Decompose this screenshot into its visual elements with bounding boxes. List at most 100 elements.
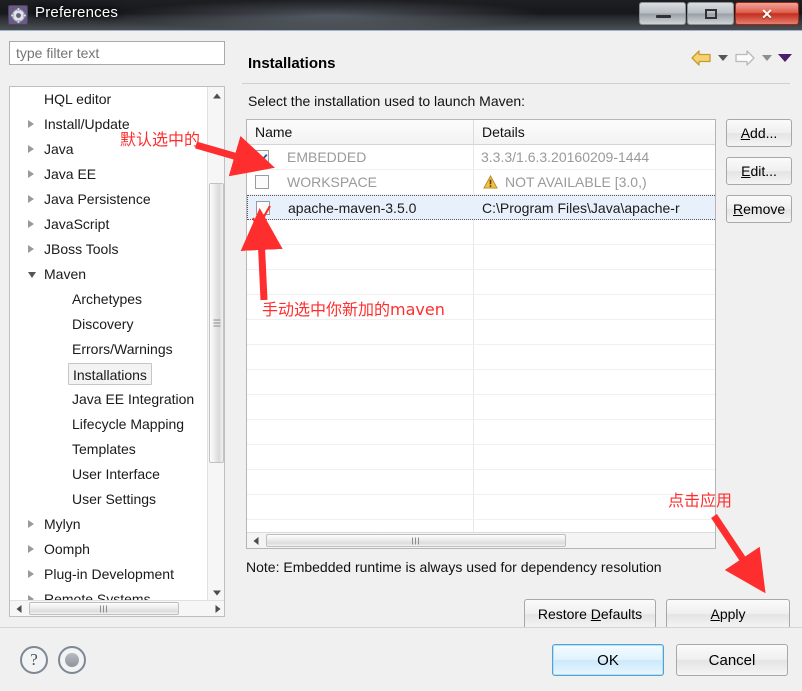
table-horizontal-scrollbar[interactable] (247, 532, 715, 548)
restore-defaults-button[interactable]: Restore Defaults (524, 599, 656, 629)
table-row[interactable]: apache-maven-3.5.0 C:\Program Files\Java\… (247, 195, 715, 220)
triangle-right-icon[interactable] (28, 120, 34, 128)
sidebar-item-hql-editor[interactable]: HQL editor (10, 87, 208, 112)
note-text: Note: Embedded runtime is always used fo… (246, 559, 662, 575)
triangle-right-icon[interactable] (28, 570, 34, 578)
sidebar-item-user-settings[interactable]: User Settings (10, 487, 208, 512)
sidebar-item-java-persistence[interactable]: Java Persistence (10, 187, 208, 212)
window-title: Preferences (35, 4, 119, 21)
table-row-empty (247, 270, 715, 295)
sidebar-item-java-ee-integration[interactable]: Java EE Integration (10, 387, 208, 412)
row-name: WORKSPACE (287, 174, 377, 190)
add-button[interactable]: Add... (726, 119, 792, 147)
dialog-body: HQL editor Install/Update Java Java EE Java … (0, 30, 802, 691)
forward-arrow-icon[interactable] (734, 49, 756, 67)
scroll-right-button[interactable] (209, 601, 224, 616)
table-row[interactable]: WORKSPACE NOT AVAILABLE [3.0,) (247, 170, 715, 195)
sidebar-item-archetypes[interactable]: Archetypes (10, 287, 208, 312)
column-header-name[interactable]: Name (247, 120, 473, 145)
sidebar-item-javascript[interactable]: JavaScript (10, 212, 208, 237)
table-body: EMBEDDED 3.3.3/1.6.3.20160209-1444 WORKSPA… (247, 145, 715, 533)
remove-button[interactable]: Remove (726, 195, 792, 223)
table-row-empty (247, 320, 715, 345)
tree-scrollbar-thumb[interactable] (209, 183, 224, 463)
cancel-button[interactable]: Cancel (676, 644, 788, 676)
sidebar-item-label: Java EE Integration (72, 391, 195, 407)
tree-hscrollbar-thumb[interactable] (29, 602, 179, 615)
triangle-right-icon[interactable] (28, 520, 34, 528)
triangle-right-icon[interactable] (28, 245, 34, 253)
sidebar-item-plug-in-development[interactable]: Plug-in Development (10, 562, 208, 587)
apply-button[interactable]: Apply (666, 599, 790, 629)
sidebar-item-remote-systems[interactable]: Remote Systems (10, 587, 208, 601)
table-row-empty (247, 470, 715, 495)
table-scroll-left-button[interactable] (247, 533, 264, 548)
tree-horizontal-scrollbar[interactable] (10, 600, 224, 616)
window-controls: ✕ (638, 2, 799, 26)
close-button[interactable]: ✕ (735, 2, 799, 25)
triangle-right-icon[interactable] (28, 170, 34, 178)
tree-items-container: HQL editor Install/Update Java Java EE Java … (10, 87, 208, 601)
view-menu-icon[interactable] (778, 54, 792, 62)
back-dropdown-icon[interactable] (718, 55, 728, 61)
row-checkbox[interactable] (255, 175, 269, 189)
row-checkbox[interactable] (256, 201, 270, 215)
sidebar-item-label: Java Persistence (44, 191, 151, 207)
circle-dot-icon[interactable] (58, 646, 86, 674)
ok-button[interactable]: OK (552, 644, 664, 676)
sidebar-item-user-interface[interactable]: User Interface (10, 462, 208, 487)
page-navigation-icons (684, 49, 792, 67)
sidebar-item-jboss-tools[interactable]: JBoss Tools (10, 237, 208, 262)
sidebar-item-label: Install/Update (44, 116, 130, 132)
triangle-right-icon[interactable] (28, 145, 34, 153)
sidebar-item-templates[interactable]: Templates (10, 437, 208, 462)
minimize-button[interactable] (639, 2, 686, 25)
table-row-empty (247, 370, 715, 395)
sidebar-item-oomph[interactable]: Oomph (10, 537, 208, 562)
maximize-button[interactable] (687, 2, 734, 25)
column-header-details[interactable]: Details (473, 120, 715, 145)
triangle-down-icon[interactable] (28, 272, 36, 278)
back-arrow-icon[interactable] (690, 49, 712, 67)
triangle-right-icon[interactable] (28, 195, 34, 203)
triangle-down-icon (212, 590, 221, 595)
sidebar-item-java[interactable]: Java (10, 137, 208, 162)
table-row-empty (247, 420, 715, 445)
table-hscrollbar-thumb[interactable] (266, 534, 566, 547)
scroll-left-button[interactable] (10, 601, 27, 616)
sidebar-item-install-update[interactable]: Install/Update (10, 112, 208, 137)
preferences-sidebar: HQL editor Install/Update Java Java EE Java … (6, 39, 228, 617)
table-rows-container: EMBEDDED 3.3.3/1.6.3.20160209-1444 WORKSPA… (247, 145, 715, 520)
table-row[interactable]: EMBEDDED 3.3.3/1.6.3.20160209-1444 (247, 145, 715, 170)
sidebar-item-errors-warnings[interactable]: Errors/Warnings (10, 337, 208, 362)
edit-button[interactable]: Edit... (726, 157, 792, 185)
triangle-right-icon[interactable] (28, 220, 34, 228)
row-name: apache-maven-3.5.0 (288, 200, 417, 216)
scroll-down-button[interactable] (208, 584, 224, 601)
row-checkbox[interactable] (255, 150, 269, 164)
sidebar-item-label: Plug-in Development (44, 566, 174, 582)
table-row-empty (247, 345, 715, 370)
triangle-right-icon[interactable] (28, 545, 34, 553)
filter-input[interactable] (9, 41, 225, 65)
sidebar-item-lifecycle-mapping[interactable]: Lifecycle Mapping (10, 412, 208, 437)
sidebar-item-label: Java (44, 141, 74, 157)
scrollbar-grip-icon (100, 605, 108, 612)
installations-table: Name Details EMBEDDED 3.3.3/1.6.3.2016020… (246, 119, 716, 549)
gear-icon (8, 5, 28, 25)
tree-vertical-scrollbar[interactable] (207, 87, 224, 601)
sidebar-item-discovery[interactable]: Discovery (10, 312, 208, 337)
table-header: Name Details (247, 120, 715, 145)
sidebar-item-java-ee[interactable]: Java EE (10, 162, 208, 187)
sidebar-item-mylyn[interactable]: Mylyn (10, 512, 208, 537)
sidebar-item-maven[interactable]: Maven (10, 262, 208, 287)
installations-page: Installations Select the installation us… (236, 39, 796, 629)
minimize-icon (656, 15, 671, 18)
scroll-up-button[interactable] (208, 87, 224, 104)
forward-dropdown-icon[interactable] (762, 55, 772, 61)
window-title-bar: Preferences ✕ (0, 0, 802, 30)
sidebar-item-label: Java EE (44, 166, 97, 182)
question-mark-icon[interactable] (20, 646, 48, 674)
sidebar-item-label: User Interface (72, 466, 160, 482)
sidebar-item-installations[interactable]: Installations (10, 362, 208, 387)
